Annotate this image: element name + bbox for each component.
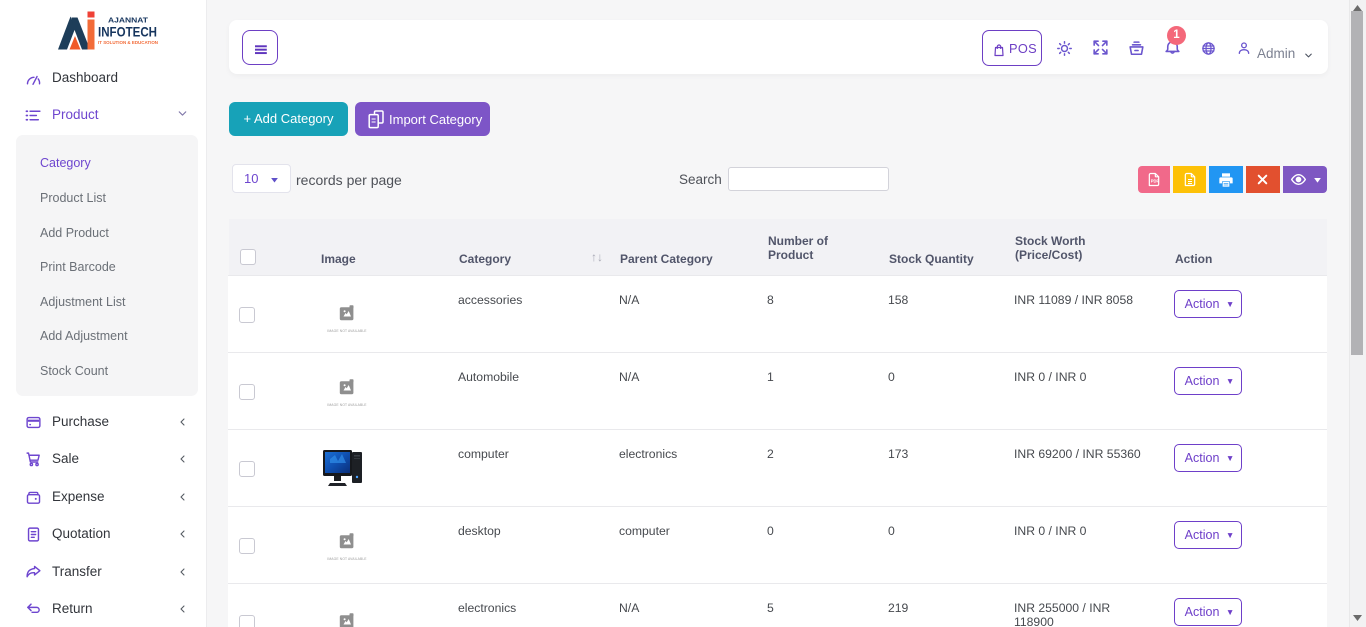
svg-text:AJANNAT: AJANNAT [108, 16, 148, 25]
svg-text:IT SOLUTION & EDUCATION: IT SOLUTION & EDUCATION [98, 40, 159, 45]
svg-text:INFOTECH: INFOTECH [98, 25, 157, 40]
svg-text:PDF: PDF [1151, 179, 1160, 184]
